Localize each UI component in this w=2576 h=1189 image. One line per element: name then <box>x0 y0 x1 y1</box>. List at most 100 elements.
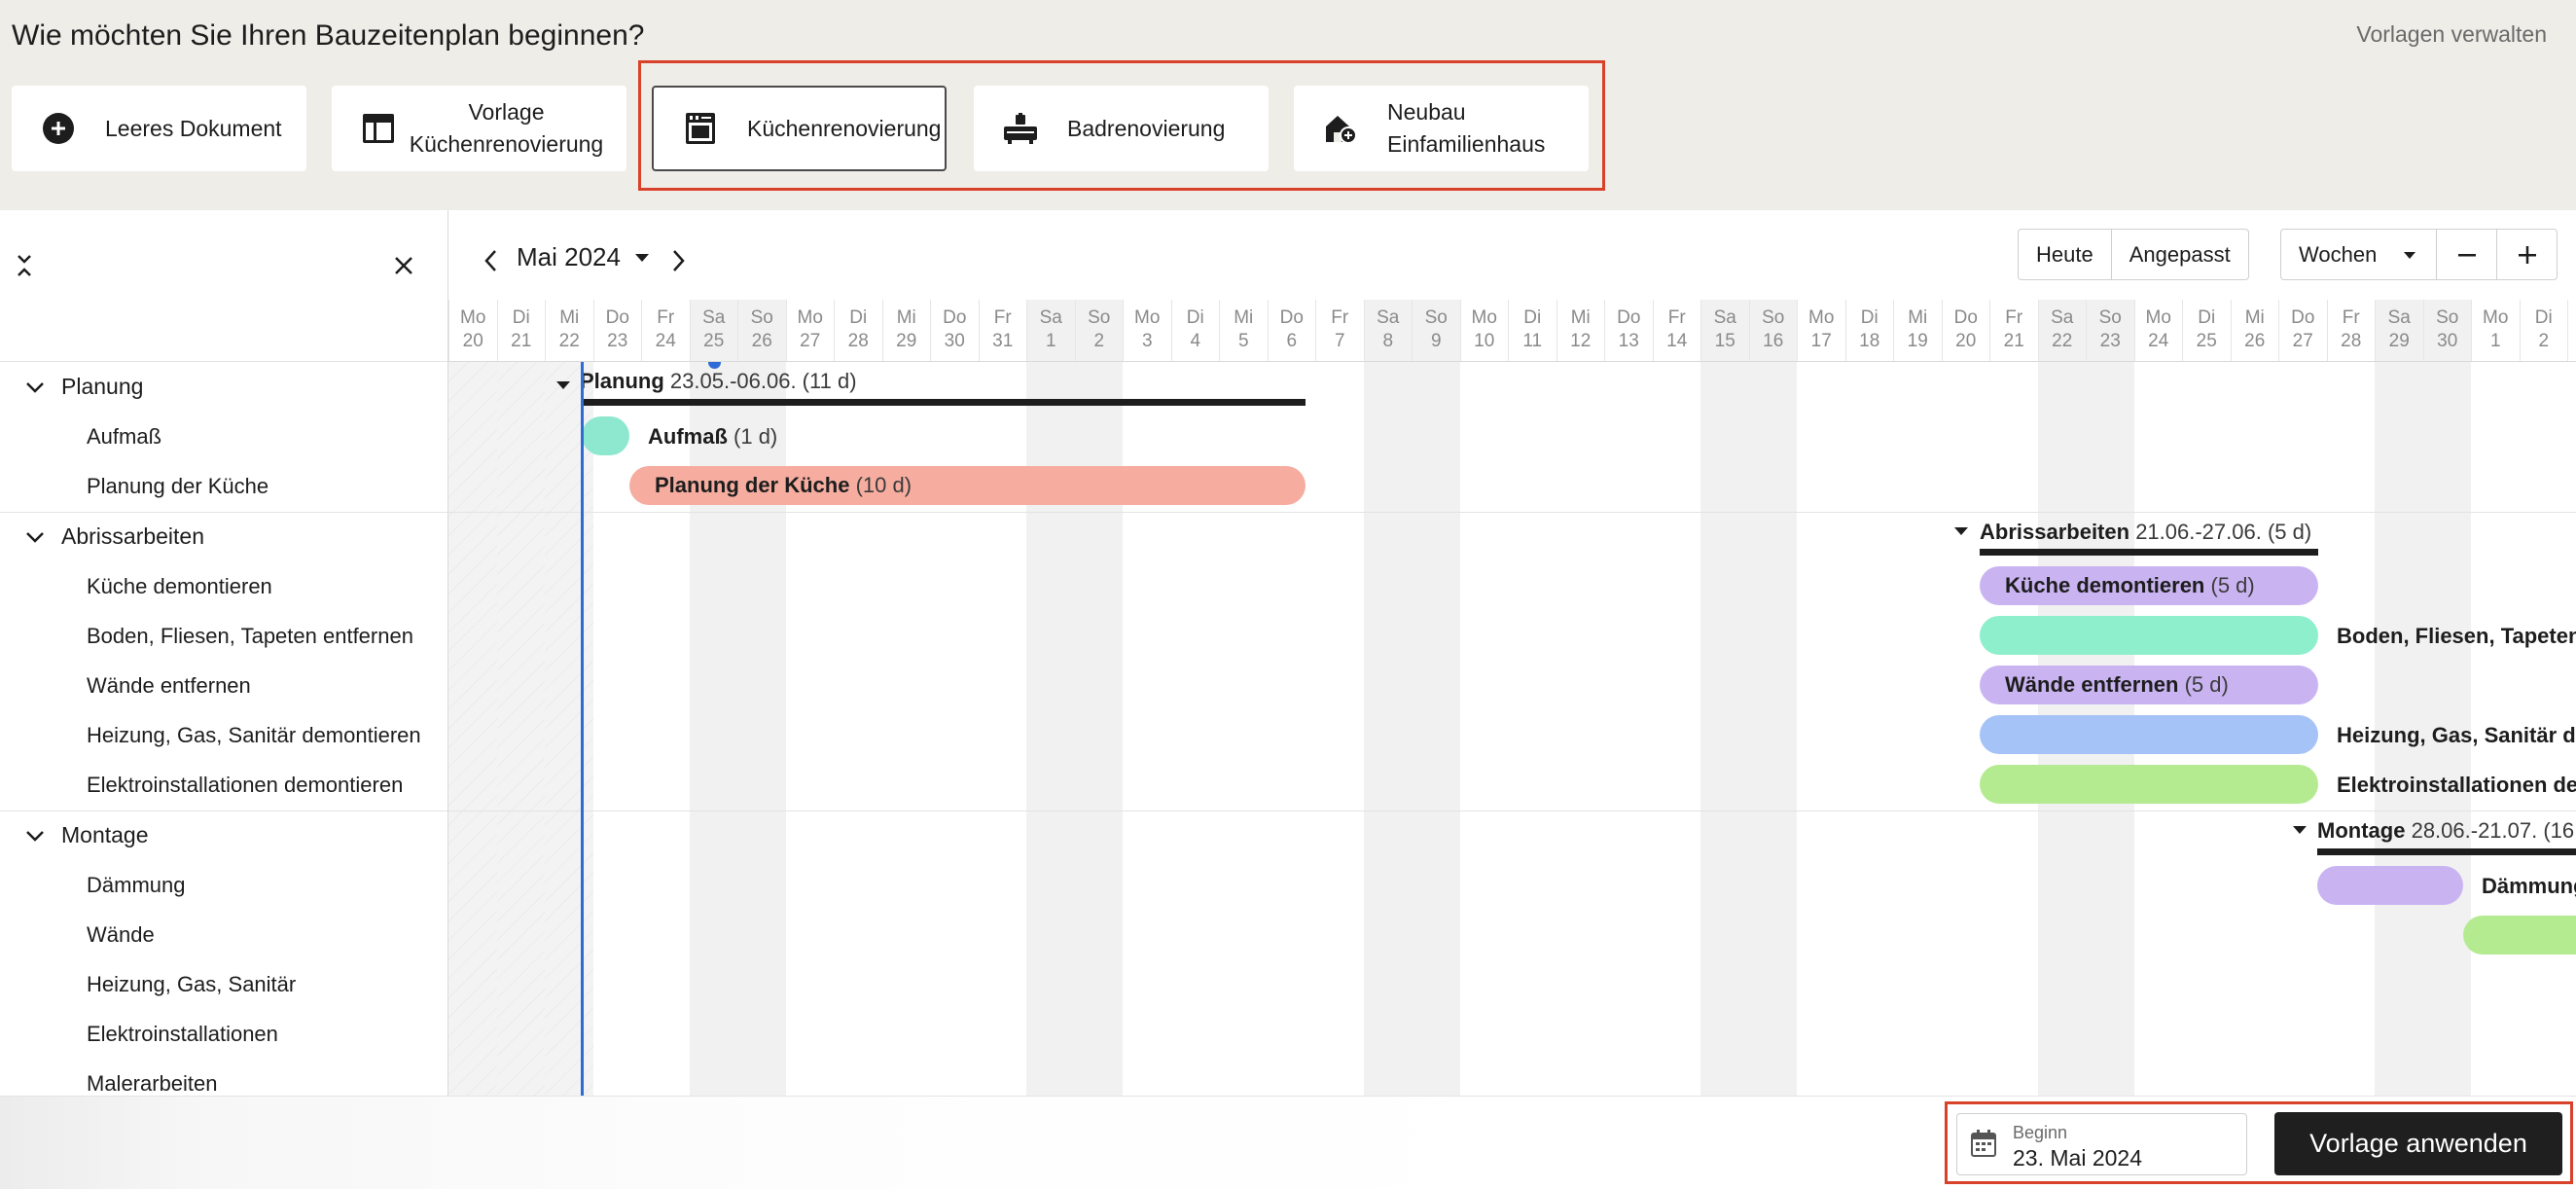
weekday-label: Mo <box>2483 307 2509 328</box>
group-row-planung[interactable]: Planung <box>0 362 447 412</box>
task-bar-label: Boden, Fliesen, Tapeten <box>2337 624 2576 648</box>
caret-down-icon[interactable] <box>555 379 571 391</box>
day-number-label: 14 <box>1666 331 1688 351</box>
task-row[interactable]: Dämmung <box>0 860 447 910</box>
task-row[interactable]: Wände entfernen <box>0 661 447 710</box>
task-bar-elektro-demontieren[interactable] <box>1980 765 2318 804</box>
template-card-kitchen-template[interactable]: Vorlage Küchenrenovierung <box>332 86 626 171</box>
weekday-label: Fr <box>2005 307 2023 328</box>
task-bar-waende-entfernen[interactable]: Wände entfernen (5 d) <box>1980 666 2318 704</box>
date-header-cell: Di 28 <box>834 300 882 361</box>
collapse-all-icon[interactable] <box>14 249 35 282</box>
weekday-label: Mi <box>1908 307 1928 328</box>
task-bar-planung-der-kueche[interactable]: Planung der Küche (10 d) <box>629 466 1306 505</box>
date-header-cell: Sa 8 <box>1363 300 1412 361</box>
zoom-in-button[interactable] <box>2496 230 2557 279</box>
start-date-value[interactable]: 23. Mai 2024 <box>2013 1145 2142 1171</box>
task-bar-aufmass[interactable] <box>582 416 629 455</box>
date-header-cell: Do 13 <box>1604 300 1653 361</box>
template-card-empty[interactable]: Leeres Dokument <box>12 86 306 171</box>
close-icon[interactable] <box>389 251 418 280</box>
chevron-left-icon[interactable] <box>478 239 505 282</box>
scale-select[interactable]: Wochen <box>2281 230 2436 279</box>
task-bar-waende[interactable] <box>2463 916 2576 955</box>
caret-down-icon[interactable] <box>1953 525 1969 537</box>
group-bar-montage[interactable] <box>2317 848 2576 855</box>
caret-down-icon[interactable] <box>631 247 653 269</box>
weekday-label: Mi <box>896 307 916 328</box>
weekday-label: Mo <box>1134 307 1161 328</box>
date-header-cell: Mi 5 <box>1219 300 1268 361</box>
manage-templates-link[interactable]: Vorlagen verwalten <box>2356 21 2547 48</box>
date-header-cell: Do 6 <box>1267 300 1316 361</box>
date-header: Mo 20 Di 21 Mi 22 Do 23 Fr 24 Sa 25 So 26 Mo 27 Di 28 Mi 29… <box>448 300 2576 362</box>
date-header-cell: Mi3 <box>2567 300 2576 361</box>
task-bar-label: Heizung, Gas, Sanitär de <box>2337 723 2576 747</box>
caret-down-icon[interactable] <box>2292 824 2308 836</box>
start-date-field[interactable]: Beginn 23. Mai 2024 <box>1956 1113 2247 1175</box>
day-number-label: 26 <box>2244 331 2266 351</box>
plus-icon <box>2518 245 2536 264</box>
day-number-label: 22 <box>2052 331 2073 351</box>
weekday-label: Sa <box>1377 307 1400 328</box>
task-label: Elektroinstallationen demontieren <box>87 772 404 797</box>
date-header-cell: Mi 29 <box>881 300 931 361</box>
task-bar-kueche-demontieren[interactable]: Küche demontieren (5 d) <box>1980 566 2318 605</box>
date-header-cell: Mo 3 <box>1123 300 1171 361</box>
template-card-kitchen-renovation[interactable]: Küchenrenovierung <box>652 86 947 171</box>
task-row[interactable]: Malerarbeiten <box>0 1059 447 1096</box>
weekday-label: Mo <box>797 307 823 328</box>
month-selector[interactable]: Mai 2024 <box>517 242 621 272</box>
date-header-cell: Sa 22 <box>2037 300 2086 361</box>
chevron-right-icon[interactable] <box>664 239 692 282</box>
day-number-label: 10 <box>1474 331 1495 351</box>
day-column <box>1653 362 1701 1096</box>
group-row-abrissarbeiten[interactable]: Abrissarbeiten <box>0 512 447 561</box>
today-button[interactable]: Heute <box>2019 230 2111 279</box>
task-row[interactable]: Wände <box>0 910 447 959</box>
date-header-cell: Mi 22 <box>545 300 593 361</box>
template-card-new-house[interactable]: Neubau Einfamilienhaus <box>1294 86 1589 171</box>
task-row[interactable]: Elektroinstallationen <box>0 1009 447 1059</box>
weekday-label: Mi <box>1234 307 1254 328</box>
date-header-cell: Fr 31 <box>978 300 1027 361</box>
day-column <box>448 362 497 1096</box>
task-row[interactable]: Heizung, Gas, Sanitär demontieren <box>0 710 447 760</box>
weekday-label: So <box>2098 307 2122 328</box>
task-row[interactable]: Aufmaß <box>0 412 447 461</box>
date-header-cell: So 9 <box>1412 300 1460 361</box>
task-row[interactable]: Boden, Fliesen, Tapeten entfernen <box>0 611 447 661</box>
zoom-out-button[interactable] <box>2436 230 2496 279</box>
task-row[interactable]: Planung der Küche <box>0 461 447 511</box>
calendar-icon <box>1971 1130 1996 1157</box>
task-bar-daemmung[interactable] <box>2317 866 2463 905</box>
task-bar-boden[interactable] <box>1980 616 2318 655</box>
task-row[interactable]: Heizung, Gas, Sanitär <box>0 959 447 1009</box>
template-card-bath-renovation[interactable]: Badrenovierung <box>974 86 1269 171</box>
day-number-label: 19 <box>1907 331 1928 351</box>
date-header-cell: Do 20 <box>1941 300 1990 361</box>
group-bar-planung[interactable] <box>582 399 1306 406</box>
task-row[interactable]: Elektroinstallationen demontieren <box>0 760 447 810</box>
chevron-down-icon[interactable] <box>24 377 46 398</box>
chevron-down-icon[interactable] <box>24 526 46 548</box>
date-header-cell: So 23 <box>2086 300 2134 361</box>
day-column <box>1363 362 1412 1096</box>
view-mode-group: Heute Angepasst <box>2018 229 2249 280</box>
day-number-label: 22 <box>558 331 580 351</box>
fit-button[interactable]: Angepasst <box>2110 230 2248 279</box>
chevron-down-icon[interactable] <box>24 825 46 847</box>
day-number-label: 24 <box>2148 331 2169 351</box>
task-row[interactable]: Küche demontieren <box>0 561 447 611</box>
house-add-icon <box>1323 111 1358 146</box>
task-label: Aufmaß <box>87 423 162 449</box>
group-bar-abrissarbeiten[interactable] <box>1980 549 2318 556</box>
template-selection-bar: Wie möchten Sie Ihren Bauzeitenplan begi… <box>0 0 2576 210</box>
task-bar-heizung-demontieren[interactable] <box>1980 715 2318 754</box>
task-bar-label: Aufmaß (1 d) <box>648 424 778 449</box>
weekday-label: So <box>1088 307 1111 328</box>
day-number-label: 28 <box>847 331 869 351</box>
apply-template-button[interactable]: Vorlage anwenden <box>2274 1112 2562 1175</box>
weekday-label: Mo <box>1471 307 1497 328</box>
group-row-montage[interactable]: Montage <box>0 811 447 860</box>
